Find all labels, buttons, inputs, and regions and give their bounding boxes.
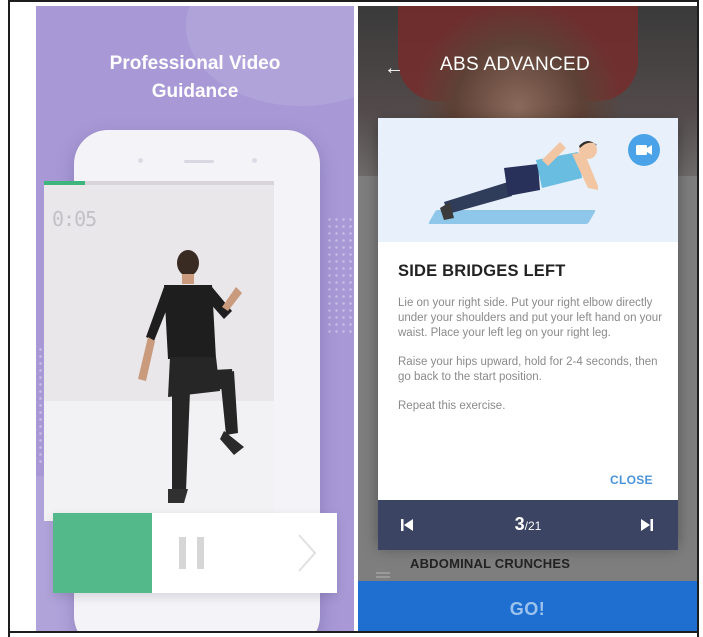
- frame-border-bottom: [8, 631, 699, 633]
- instruction-paragraph: Repeat this exercise.: [398, 400, 506, 412]
- go-button[interactable]: GO!: [358, 581, 697, 631]
- video-player[interactable]: 0:05: [44, 181, 274, 521]
- frame-border-top: [8, 0, 699, 2]
- next-exercise-name[interactable]: ABDOMINAL CRUNCHES: [410, 556, 570, 571]
- skip-next-icon[interactable]: [640, 518, 654, 532]
- screenshot-frame: Professional Video Guidance 0:05 ← ABS A…: [0, 0, 703, 637]
- side-bridge-figure: [440, 141, 598, 220]
- phone-camera: [252, 158, 257, 163]
- workout-screen: ← ABS ADVANCED SIDE BRIDGES LEFT Lie on …: [358, 6, 697, 631]
- exercise-detail-dialog: SIDE BRIDGES LEFT Lie on your right side…: [378, 118, 678, 544]
- frame-border-right: [697, 0, 699, 637]
- exercise-progress-fill: [53, 513, 153, 593]
- video-camera-icon[interactable]: [628, 134, 660, 166]
- exercise-name: SIDE BRIDGES LEFT: [398, 262, 566, 280]
- chevron-right-icon[interactable]: [291, 531, 321, 575]
- workout-control-bar: [53, 513, 337, 593]
- video-timer: 0:05: [52, 207, 97, 231]
- athlete-figure: [138, 250, 244, 503]
- frame-border-left: [8, 0, 10, 637]
- close-button[interactable]: CLOSE: [610, 473, 653, 487]
- promo-title: Professional Video Guidance: [109, 53, 281, 102]
- exercise-illustration: [378, 118, 678, 242]
- decorative-dots: [326, 216, 354, 336]
- exercise-navigator: 3/21: [378, 500, 678, 550]
- drag-handle-icon[interactable]: [376, 572, 390, 578]
- back-arrow-icon[interactable]: ←: [384, 58, 404, 78]
- counter-current: 3: [514, 514, 525, 534]
- video-progress-track: [44, 181, 274, 185]
- screen-title: ABS ADVANCED: [440, 54, 591, 75]
- exercise-counter: 3/21: [378, 514, 678, 535]
- phone-speaker: [184, 160, 214, 163]
- counter-total: /21: [524, 519, 542, 533]
- video-progress-fill: [44, 181, 86, 185]
- phone-sensor: [138, 158, 143, 163]
- instruction-paragraph: Raise your hips upward, hold for 2-4 sec…: [398, 356, 658, 383]
- exercise-instructions: Lie on your right side. Put your right e…: [398, 296, 668, 428]
- instruction-paragraph: Lie on your right side. Put your right e…: [398, 297, 663, 339]
- pause-icon[interactable]: [179, 537, 207, 569]
